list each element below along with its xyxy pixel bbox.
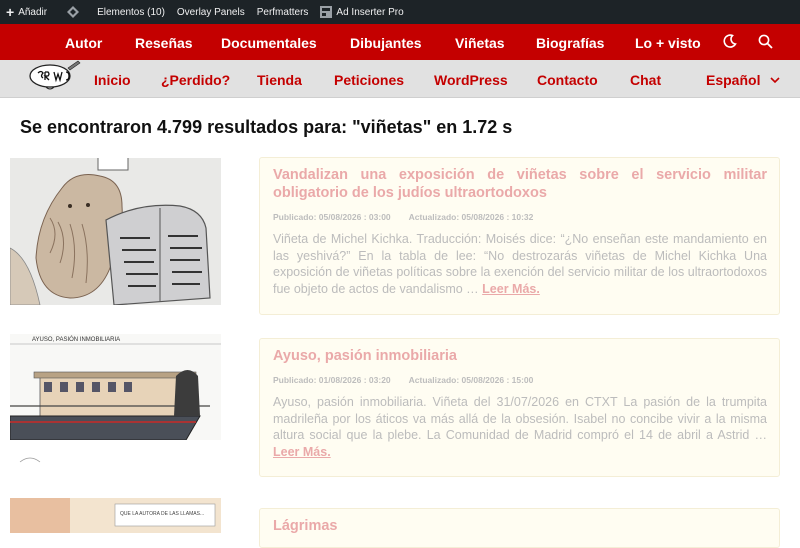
- sub-nav-peticiones[interactable]: Peticiones: [334, 72, 404, 88]
- main-nav-documentales[interactable]: Documentales: [221, 35, 317, 51]
- admin-adinserter-label: Ad Inserter Pro: [336, 6, 404, 18]
- site-logo[interactable]: [28, 60, 82, 92]
- result-excerpt: Viñeta de Michel Kichka. Traducción: Moi…: [273, 231, 767, 297]
- main-nav-lo-mas-visto[interactable]: Lo + visto: [635, 35, 701, 51]
- result-meta: Publicado: 05/08/2026 : 03:00 Actualizad…: [273, 212, 767, 222]
- result-published: Publicado: 05/08/2026 : 03:00: [273, 212, 391, 222]
- main-nav: Autor Reseñas Documentales Dibujantes Vi…: [0, 24, 800, 60]
- admin-elementor-item[interactable]: [61, 0, 85, 24]
- cartoon-moses-image: [10, 158, 221, 305]
- main-nav-resenas[interactable]: Reseñas: [135, 35, 193, 51]
- admin-perfmatters-label: Perfmatters: [256, 6, 309, 18]
- result-thumbnail[interactable]: QUE LA AUTORA DE LAS LLAMAS...: [10, 498, 221, 533]
- secondary-nav: Inicio ¿Perdido? Tienda Peticiones WordP…: [0, 60, 800, 98]
- main-nav-vinetas[interactable]: Viñetas: [455, 35, 505, 51]
- result-excerpt-text: Ayuso, pasión inmobiliaria. Viñeta del 3…: [273, 395, 767, 442]
- result-title[interactable]: Lágrimas: [273, 517, 767, 535]
- read-more-link[interactable]: Leer Más.: [482, 282, 540, 296]
- thumb-caption: AYUSO, PASIÓN INMOBILIARIA: [32, 336, 120, 343]
- admin-perfmatters-item[interactable]: Perfmatters: [251, 0, 315, 24]
- result-card: Ayuso, pasión inmobiliaria Publicado: 01…: [259, 338, 780, 477]
- result-title[interactable]: Vandalizan una exposición de viñetas sob…: [273, 166, 767, 202]
- admin-elements-item[interactable]: Elementos (10): [91, 0, 171, 24]
- chevron-down-icon: [770, 76, 781, 83]
- search-icon[interactable]: [758, 34, 773, 49]
- main-nav-biografias[interactable]: Biografías: [536, 35, 604, 51]
- sub-nav-inicio[interactable]: Inicio: [94, 72, 131, 88]
- admin-adinserter-item[interactable]: Ad Inserter Pro: [314, 0, 409, 24]
- diamond-icon: [67, 6, 80, 18]
- result-meta: Publicado: 01/08/2026 : 03:20 Actualizad…: [273, 375, 767, 385]
- sub-nav-wordpress[interactable]: WordPress: [434, 72, 508, 88]
- main-nav-autor[interactable]: Autor: [65, 35, 102, 51]
- moon-icon[interactable]: [723, 34, 737, 48]
- sub-nav-perdido[interactable]: ¿Perdido?: [161, 72, 230, 88]
- cartoon-lagrimas-image: QUE LA AUTORA DE LAS LLAMAS...: [10, 498, 221, 533]
- admin-add-item[interactable]: + Añadir: [0, 0, 53, 24]
- read-more-link[interactable]: Leer Más.: [273, 445, 331, 459]
- plus-icon: +: [6, 4, 15, 20]
- result-updated: Actualizado: 05/08/2026 : 15:00: [408, 375, 534, 385]
- sub-nav-tienda[interactable]: Tienda: [257, 72, 302, 88]
- admin-overlay-item[interactable]: Overlay Panels: [171, 0, 251, 24]
- admin-add-label: Añadir: [18, 6, 48, 18]
- result-card: Vandalizan una exposición de viñetas sob…: [259, 157, 780, 315]
- admin-elements-label: Elementos (10): [97, 6, 165, 18]
- admin-bar: + Añadir Elementos (10) Overlay Panels P…: [0, 0, 800, 24]
- language-selector[interactable]: Español: [706, 72, 781, 88]
- ad-inserter-icon: [320, 6, 333, 18]
- result-excerpt: Ayuso, pasión inmobiliaria. Viñeta del 3…: [273, 394, 767, 460]
- language-label: Español: [706, 72, 761, 88]
- main-nav-dibujantes[interactable]: Dibujantes: [350, 35, 422, 51]
- cartoon-ayuso-image: AYUSO, PASIÓN INMOBILIARIA: [10, 334, 221, 474]
- admin-overlay-label: Overlay Panels: [176, 6, 245, 18]
- result-updated: Actualizado: 05/08/2026 : 10:32: [408, 212, 534, 222]
- result-card: Lágrimas: [259, 508, 780, 548]
- sub-nav-contacto[interactable]: Contacto: [537, 72, 598, 88]
- result-published: Publicado: 01/08/2026 : 03:20: [273, 375, 391, 385]
- result-title[interactable]: Ayuso, pasión inmobiliaria: [273, 347, 767, 365]
- result-thumbnail[interactable]: [10, 158, 221, 305]
- result-thumbnail[interactable]: AYUSO, PASIÓN INMOBILIARIA: [10, 334, 221, 474]
- sub-nav-chat[interactable]: Chat: [630, 72, 661, 88]
- results-heading: Se encontraron 4.799 resultados para: "v…: [20, 117, 513, 137]
- thumb-caption: QUE LA AUTORA DE LAS LLAMAS...: [120, 511, 204, 517]
